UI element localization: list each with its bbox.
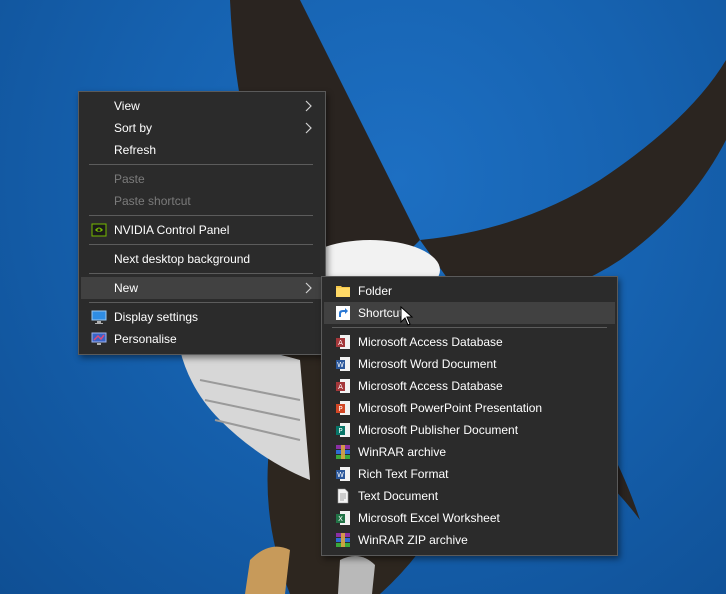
svg-text:A: A: [338, 383, 343, 391]
menu-item-view[interactable]: View: [81, 95, 323, 117]
menu-separator: [332, 327, 607, 328]
rtf-icon: W: [336, 467, 350, 481]
menu-separator: [89, 302, 313, 303]
menu-item-display-settings[interactable]: Display settings: [81, 306, 323, 328]
winrar-label: WinRAR archive: [358, 445, 447, 459]
submenu-item-access-database-2[interactable]: A Microsoft Access Database: [324, 375, 615, 397]
display-settings-icon: [91, 310, 107, 324]
submenu-item-winrar-archive[interactable]: WinRAR archive: [324, 441, 615, 463]
new-label: New: [114, 281, 139, 295]
menu-item-nvidia-control-panel[interactable]: NVIDIA Control Panel: [81, 219, 323, 241]
submenu-item-winrar-zip-archive[interactable]: WinRAR ZIP archive: [324, 529, 615, 551]
personalise-icon: [91, 332, 107, 345]
publisher-icon: P: [336, 423, 350, 437]
menu-separator: [89, 273, 313, 274]
powerpoint-label: Microsoft PowerPoint Presentation: [358, 401, 543, 415]
svg-text:X: X: [338, 515, 343, 523]
svg-text:W: W: [337, 471, 344, 479]
personalise-label: Personalise: [114, 332, 177, 346]
chevron-right-icon: [305, 100, 312, 112]
display-settings-label: Display settings: [114, 310, 199, 324]
shortcut-label: Shortcut: [358, 306, 403, 320]
submenu-item-text-document[interactable]: Text Document: [324, 485, 615, 507]
paste-label: Paste: [114, 172, 145, 186]
nvidia-label: NVIDIA Control Panel: [114, 223, 230, 237]
access-icon: A: [336, 335, 350, 349]
submenu-item-publisher[interactable]: P Microsoft Publisher Document: [324, 419, 615, 441]
paste-shortcut-label: Paste shortcut: [114, 194, 191, 208]
chevron-right-icon: [305, 282, 312, 294]
svg-text:P: P: [338, 405, 342, 413]
access-label-2: Microsoft Access Database: [358, 379, 503, 393]
submenu-item-excel-worksheet[interactable]: X Microsoft Excel Worksheet: [324, 507, 615, 529]
word-icon: W: [336, 357, 350, 371]
menu-item-sort-by[interactable]: Sort by: [81, 117, 323, 139]
menu-item-paste[interactable]: Paste: [81, 168, 323, 190]
excel-icon: X: [336, 511, 350, 525]
winrar-zip-icon: [336, 533, 350, 547]
text-document-label: Text Document: [358, 489, 439, 503]
submenu-item-access-database[interactable]: A Microsoft Access Database: [324, 331, 615, 353]
menu-separator: [89, 164, 313, 165]
folder-label: Folder: [358, 284, 393, 298]
next-bg-label: Next desktop background: [114, 252, 251, 266]
submenu-item-powerpoint[interactable]: P Microsoft PowerPoint Presentation: [324, 397, 615, 419]
refresh-label: Refresh: [114, 143, 157, 157]
desktop-context-menu: View Sort by Refresh Paste Paste shortcu…: [78, 91, 326, 355]
nvidia-icon: [91, 223, 107, 237]
svg-text:P: P: [338, 427, 342, 435]
new-submenu: Folder Shortcut A Microsoft Access Datab…: [321, 276, 618, 556]
menu-item-refresh[interactable]: Refresh: [81, 139, 323, 161]
menu-separator: [89, 215, 313, 216]
sort-by-label: Sort by: [114, 121, 153, 135]
menu-item-personalise[interactable]: Personalise: [81, 328, 323, 350]
excel-label: Microsoft Excel Worksheet: [358, 511, 500, 525]
view-label: View: [114, 99, 140, 113]
winrar-zip-label: WinRAR ZIP archive: [358, 533, 468, 547]
submenu-item-word-document[interactable]: W Microsoft Word Document: [324, 353, 615, 375]
rtf-label: Rich Text Format: [358, 467, 449, 481]
word-label: Microsoft Word Document: [358, 357, 497, 371]
menu-item-paste-shortcut[interactable]: Paste shortcut: [81, 190, 323, 212]
shortcut-icon: [336, 306, 350, 320]
submenu-item-folder[interactable]: Folder: [324, 280, 615, 302]
svg-text:W: W: [337, 361, 344, 369]
folder-icon: [336, 286, 350, 297]
menu-item-next-desktop-background[interactable]: Next desktop background: [81, 248, 323, 270]
submenu-item-shortcut[interactable]: Shortcut: [324, 302, 615, 324]
submenu-item-rich-text-format[interactable]: W Rich Text Format: [324, 463, 615, 485]
winrar-icon: [336, 445, 350, 459]
access-icon: A: [336, 379, 350, 393]
powerpoint-icon: P: [336, 401, 350, 415]
menu-separator: [89, 244, 313, 245]
publisher-label: Microsoft Publisher Document: [358, 423, 519, 437]
mouse-pointer-icon: [400, 306, 414, 326]
text-document-icon: [337, 488, 349, 504]
svg-text:A: A: [338, 339, 343, 347]
menu-item-new[interactable]: New: [81, 277, 323, 299]
access-label: Microsoft Access Database: [358, 335, 503, 349]
chevron-right-icon: [305, 122, 312, 134]
